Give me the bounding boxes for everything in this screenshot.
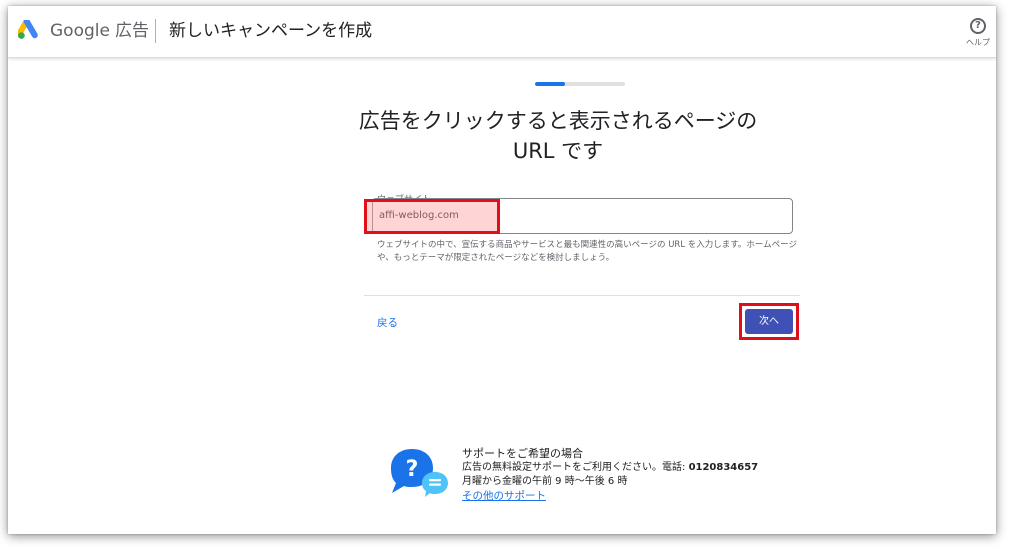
other-support-link[interactable]: その他のサポート — [462, 489, 758, 503]
help-button[interactable]: ? ヘルプ — [964, 18, 992, 48]
support-description-text: 広告の無料設定サポートをご利用ください。電話: — [462, 462, 689, 473]
brand-ads: 広告 — [114, 21, 149, 41]
step-title: 広告をクリックすると表示されるページの URL です — [358, 109, 758, 163]
actions-divider — [364, 295, 800, 296]
support-description: 広告の無料設定サポートをご利用ください。電話: 0120834657 — [462, 461, 758, 475]
highlight-box-website — [364, 199, 500, 234]
progress-fill — [535, 82, 565, 86]
help-circle-icon: ? — [970, 18, 986, 34]
brand-name: Google 広告 — [50, 20, 149, 42]
support-hours: 月曜から金曜の午前 9 時〜午後 6 時 — [462, 476, 628, 487]
top-bar: Google 広告 新しいキャンペーンを作成 ? ヘルプ — [8, 6, 996, 58]
next-button[interactable]: 次へ — [745, 309, 793, 334]
app-window: Google 広告 新しいキャンペーンを作成 ? ヘルプ 広告をクリックすると表示… — [8, 6, 996, 534]
website-help-text: ウェブサイトの中で、宣伝する商品やサービスと最も関連性の高いページの URL を… — [377, 240, 797, 263]
support-chat-icon: ? — [391, 449, 448, 497]
help-label: ヘルプ — [966, 38, 990, 47]
progress-bar — [535, 82, 625, 86]
support-title: サポートをご希望の場合 — [462, 447, 583, 460]
support-phone: 0120834657 — [688, 462, 759, 473]
svg-text:?: ? — [406, 457, 419, 482]
google-ads-logo-icon[interactable] — [18, 20, 40, 40]
highlight-box-next: 次へ — [739, 303, 799, 340]
brand-google: Google — [50, 21, 110, 41]
page-title: 新しいキャンペーンを作成 — [169, 21, 373, 41]
back-button[interactable]: 戻る — [377, 315, 398, 330]
support-section: サポートをご希望の場合 広告の無料設定サポートをご利用ください。電話: 0120… — [462, 447, 758, 503]
header-divider — [155, 19, 156, 43]
